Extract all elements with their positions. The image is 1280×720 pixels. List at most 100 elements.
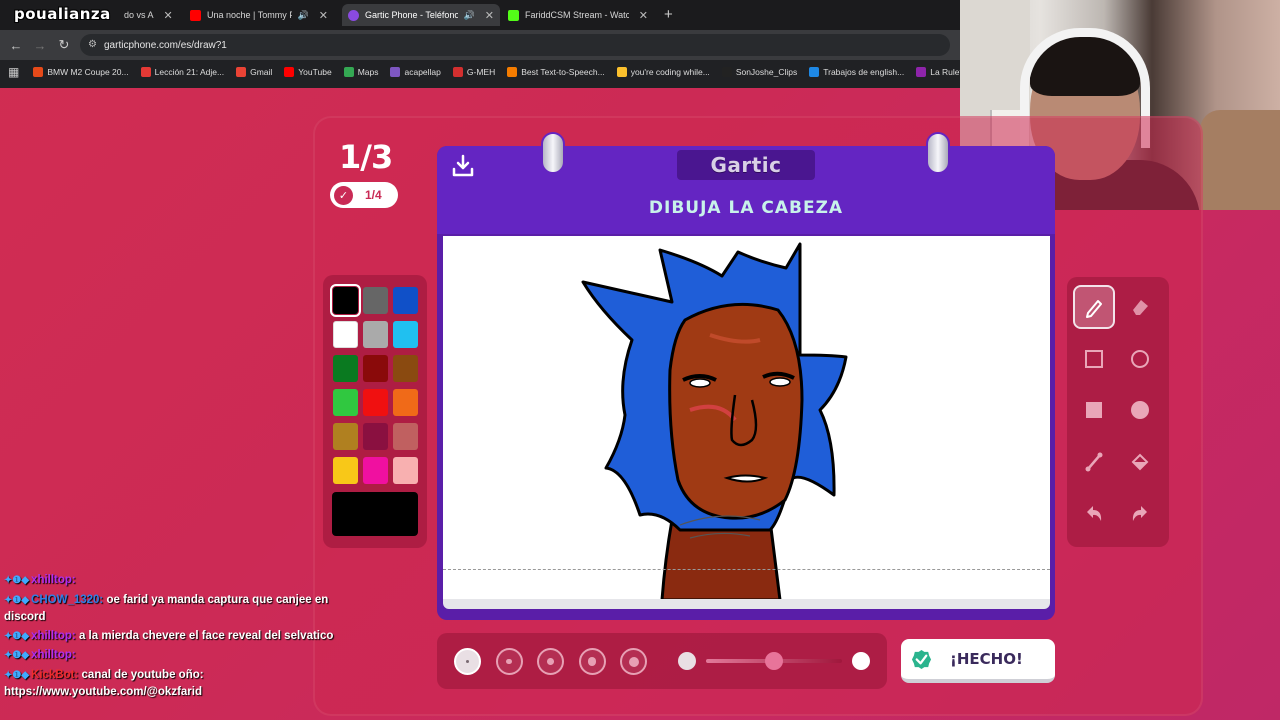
bookmark-item[interactable]: YouTube [284, 67, 332, 77]
bookmark-item[interactable]: Best Text-to-Speech... [507, 67, 605, 77]
bookmark-label: Gmail [250, 67, 273, 77]
color-swatch[interactable] [363, 423, 388, 450]
color-swatch[interactable] [330, 284, 361, 317]
bookmark-list: BMW M2 Coupe 20... Lección 21: Adje... Gma… [33, 67, 978, 77]
bookmark-favicon-icon [390, 67, 401, 77]
address-bar[interactable]: ⚙ garticphone.com/es/draw?1 [80, 34, 950, 56]
color-swatch[interactable] [333, 457, 358, 484]
brush-dot-icon [465, 659, 470, 664]
tab-4[interactable]: FariddCSM Stream - Watch Live ✕ [502, 4, 654, 26]
pencil-tool-icon[interactable] [1073, 285, 1115, 329]
chat-username[interactable]: xhilltop: [31, 574, 76, 586]
binder-ring-right [926, 132, 950, 174]
chat-overlay: ✦❶◆ xhilltop: ✦❶◆ CHOW_1320: oe farid ya m… [4, 572, 344, 703]
color-swatch[interactable] [393, 287, 418, 314]
gartic-logo-text: Gartic [710, 153, 782, 177]
site-settings-icon[interactable]: ⚙ [88, 39, 97, 50]
tab-3[interactable]: Gartic Phone - Teléfono De 🔊 ✕ [342, 4, 500, 26]
bookmark-item[interactable]: Trabajos de english... [809, 67, 904, 77]
color-swatch[interactable] [333, 321, 358, 348]
download-icon[interactable] [450, 153, 476, 179]
drawing-canvas[interactable] [443, 236, 1050, 599]
opacity-min-icon [678, 652, 696, 670]
brush-size-option[interactable] [620, 648, 647, 675]
close-icon[interactable]: ✕ [164, 9, 173, 22]
speaker-icon[interactable]: 🔊 [464, 10, 475, 21]
done-button[interactable]: ¡HECHO! [901, 639, 1055, 683]
reload-icon[interactable]: ↻ [52, 37, 76, 53]
bookmark-favicon-icon [33, 67, 44, 77]
close-icon[interactable]: ✕ [485, 9, 494, 22]
bookmark-item[interactable]: acapellap [390, 67, 441, 77]
eraser-tool-icon[interactable] [1121, 287, 1159, 327]
color-swatch[interactable] [363, 457, 388, 484]
apps-grid-icon[interactable]: ▦ [8, 65, 19, 79]
url-text: garticphone.com/es/draw?1 [104, 39, 227, 51]
color-swatch[interactable] [363, 355, 388, 382]
circle-fill-tool-icon[interactable] [1121, 390, 1159, 430]
brush-size-option[interactable] [578, 648, 606, 675]
bookmark-item[interactable]: G-MEH [452, 67, 496, 77]
brush-dot-icon [628, 656, 639, 667]
undo-icon[interactable] [1075, 494, 1113, 534]
line-tool-icon[interactable] [1075, 442, 1113, 482]
color-swatch[interactable] [393, 321, 418, 348]
bookmark-item[interactable]: Maps [343, 67, 378, 77]
color-swatch[interactable] [333, 423, 358, 450]
fill-bucket-tool-icon[interactable] [1121, 442, 1159, 482]
redo-icon[interactable] [1121, 494, 1159, 534]
bookmark-item[interactable]: SonJoshe_Clips [721, 67, 797, 77]
color-swatch[interactable] [333, 355, 358, 382]
close-icon[interactable]: ✕ [319, 9, 328, 22]
bookmark-item[interactable]: you're coding while... [616, 67, 710, 77]
color-swatch[interactable] [363, 321, 388, 348]
color-swatch[interactable] [393, 423, 418, 450]
color-swatch[interactable] [393, 389, 418, 416]
chat-username[interactable]: xhilltop: [31, 630, 76, 642]
tab-1[interactable]: do vs A ✕ [118, 4, 182, 26]
bookmark-item[interactable]: Lección 21: Adje... [140, 67, 225, 77]
color-swatch[interactable] [333, 389, 358, 416]
chat-username[interactable]: CHOW_1320: [31, 594, 103, 606]
brush-size-option[interactable] [495, 648, 523, 675]
bookmark-item[interactable]: BMW M2 Coupe 20... [33, 67, 129, 77]
bookmark-favicon-icon [140, 67, 151, 77]
chat-message: ✦❶◆ CHOW_1320: oe farid ya manda captura … [4, 592, 344, 626]
close-icon[interactable]: ✕ [639, 9, 648, 22]
color-swatch[interactable] [363, 389, 388, 416]
chat-username[interactable]: KickBot: [31, 669, 78, 681]
rectangle-fill-tool-icon[interactable] [1075, 390, 1113, 430]
bookmark-item[interactable]: Gmail [236, 67, 272, 77]
color-swatch[interactable] [393, 355, 418, 382]
bookmark-favicon-icon [343, 67, 354, 77]
brush-dot-icon [506, 658, 512, 665]
brush-dot-icon [587, 657, 597, 666]
tab-2[interactable]: Una noche | Tommy Portug 🔊 ✕ [184, 4, 334, 26]
tool-panel [1067, 277, 1169, 547]
bookmark-label: Lección 21: Adje... [154, 67, 225, 77]
chat-username[interactable]: xhilltop: [31, 649, 76, 661]
bookmark-favicon-icon [809, 67, 820, 77]
bookmark-label: YouTube [298, 67, 332, 77]
forward-icon[interactable]: → [28, 38, 52, 53]
back-icon[interactable]: ← [4, 38, 28, 53]
color-swatch[interactable] [393, 457, 418, 484]
chat-message: ✦❶◆ xhilltop: [4, 572, 344, 590]
circle-outline-tool-icon[interactable] [1121, 339, 1159, 379]
brush-size-option[interactable] [537, 648, 564, 675]
rectangle-outline-tool-icon[interactable] [1075, 339, 1113, 379]
tab-2-title: Una noche | Tommy Portug [207, 10, 292, 20]
color-swatch[interactable] [363, 287, 388, 314]
opacity-slider-thumb[interactable] [765, 652, 783, 670]
bookmark-label: G-MEH [466, 67, 496, 77]
bookmark-label: BMW M2 Coupe 20... [47, 67, 129, 77]
speaker-icon[interactable]: 🔊 [298, 10, 309, 21]
sheet-fold-line [443, 569, 1050, 570]
brush-size-option[interactable] [454, 648, 481, 675]
youtube-favicon-icon [190, 9, 201, 21]
chat-message-text: a la mierda chevere el face reveal del s… [78, 629, 334, 642]
new-tab-icon[interactable]: + [664, 6, 673, 23]
tab-4-title: FariddCSM Stream - Watch Live [525, 10, 629, 20]
bookmark-label: Best Text-to-Speech... [521, 67, 605, 77]
bookmark-favicon-icon [284, 67, 295, 77]
